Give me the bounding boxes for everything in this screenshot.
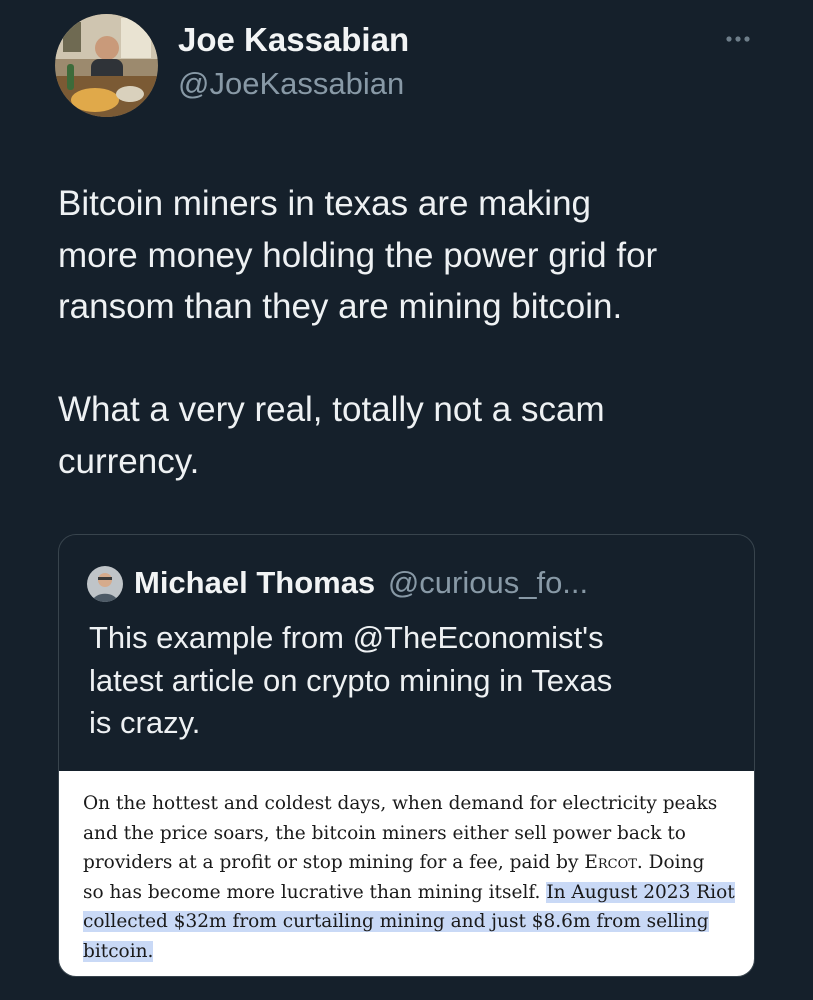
excerpt-ercot: Ercot: [584, 852, 637, 873]
tweet-paragraph: What a very real, totally not a scam cur…: [58, 384, 778, 487]
quoted-author-handle[interactable]: @curious_fo...: [388, 565, 588, 600]
quoted-author-header: Michael Thomas @curious_fo...: [134, 565, 588, 601]
tweet-line: ransom than they are mining bitcoin.: [58, 287, 623, 326]
article-excerpt-text: On the hottest and coldest days, when de…: [83, 789, 743, 966]
more-options-button[interactable]: [716, 24, 760, 52]
excerpt-text: so has become more lucrative than mining…: [83, 881, 547, 903]
quoted-tweet-line: latest article on crypto mining in Texas: [89, 662, 613, 698]
quoted-tweet-line: is crazy.: [89, 705, 201, 740]
profile-photo-icon: [55, 14, 158, 117]
profile-photo-icon: [87, 566, 123, 602]
quoted-tweet-card[interactable]: Michael Thomas @curious_fo... This examp…: [58, 534, 755, 977]
excerpt-text: . Doing: [636, 852, 705, 873]
excerpt-line: collected $32m from curtailing mining an…: [83, 907, 743, 937]
author-display-name[interactable]: Joe Kassabian: [178, 21, 409, 59]
author-handle[interactable]: @JoeKassabian: [178, 66, 404, 102]
tweet-line: more money holding the power grid for: [58, 235, 658, 275]
more-horizontal-icon: [726, 36, 750, 42]
tweet-line: currency.: [58, 441, 200, 481]
excerpt-line: and the price soars, the bitcoin miners …: [83, 822, 686, 844]
quoted-tweet-line: This example from @TheEconomist's: [89, 620, 604, 655]
quoted-author-avatar[interactable]: [87, 566, 123, 602]
author-avatar[interactable]: [55, 14, 158, 117]
excerpt-line: bitcoin.: [83, 937, 743, 967]
excerpt-line: so has become more lucrative than mining…: [83, 878, 743, 908]
excerpt-highlight: bitcoin.: [83, 940, 154, 962]
quoted-author-display-name[interactable]: Michael Thomas: [134, 565, 375, 600]
excerpt-highlight: collected $32m from curtailing mining an…: [83, 911, 709, 932]
tweet-line: What a very real, totally not a scam: [58, 390, 605, 429]
tweet-paragraph: Bitcoin miners in texas are making more …: [58, 178, 778, 333]
excerpt-line: On the hottest and coldest days, when de…: [83, 793, 718, 814]
excerpt-highlight: In August 2023 Riot: [546, 881, 735, 903]
tweet-text: Bitcoin miners in texas are making more …: [58, 178, 778, 487]
excerpt-line: providers at a profit or stop mining for…: [83, 848, 743, 878]
excerpt-text: providers at a profit or stop mining for…: [83, 852, 585, 873]
tweet-line: Bitcoin miners in texas are making: [58, 184, 591, 223]
article-excerpt-image[interactable]: On the hottest and coldest days, when de…: [59, 771, 754, 976]
quoted-tweet-text: This example from @TheEconomist's latest…: [89, 617, 729, 745]
